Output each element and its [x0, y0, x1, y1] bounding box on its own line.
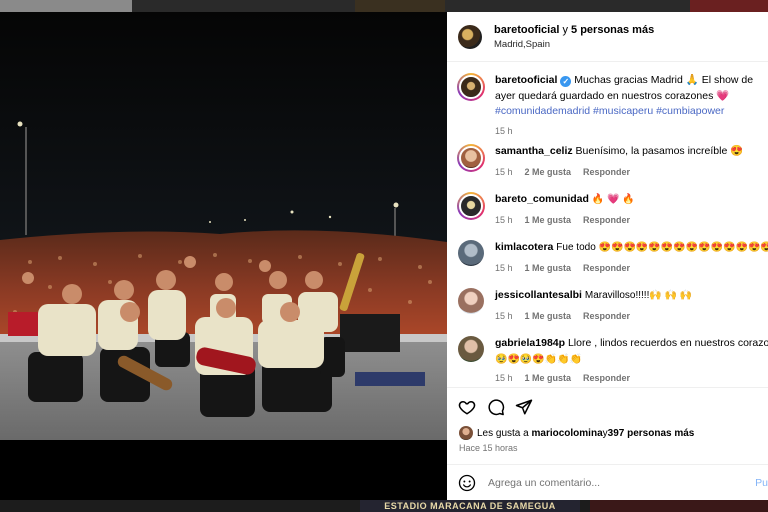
comment-avatar[interactable] — [457, 192, 485, 220]
comment-likes[interactable]: 1 Me gusta — [525, 311, 572, 321]
comment-avatar[interactable] — [458, 288, 484, 314]
comment-username[interactable]: gabriela1984p — [495, 337, 565, 349]
comment-username[interactable]: samantha_celiz — [495, 145, 573, 157]
background-banner: ESTADIO MARACANA DE SAMEGUA — [360, 500, 580, 512]
reply-button[interactable]: Responder — [583, 311, 630, 321]
reply-button[interactable]: Responder — [583, 373, 630, 383]
heart-icon[interactable] — [458, 398, 476, 416]
post-header: baretooficial y 5 personas más Madrid,Sp… — [447, 12, 768, 62]
comment-avatar[interactable] — [458, 336, 484, 362]
post-timestamp[interactable]: Hace 15 horas — [459, 443, 518, 453]
caption-avatar[interactable] — [457, 73, 485, 101]
comment-time[interactable]: 15 h — [495, 373, 513, 383]
author-username[interactable]: baretooficial — [494, 24, 559, 36]
post-photo[interactable] — [0, 12, 447, 500]
reply-button[interactable]: Responder — [583, 263, 630, 273]
comment-avatar[interactable] — [458, 240, 484, 266]
post-panel: baretooficial y 5 personas más Madrid,Sp… — [447, 12, 768, 500]
screen: baretooficial y 5 personas más Madrid,Sp… — [0, 0, 768, 512]
comment-username[interactable]: jessicollantesalbi — [495, 289, 582, 301]
comment-text: Maravilloso!!!!!🙌 🙌 🙌 — [584, 290, 693, 301]
post-location[interactable]: Madrid,Spain — [494, 38, 654, 51]
caption-username[interactable]: baretooficial — [495, 74, 557, 86]
background-feed-bottom: ESTADIO MARACANA DE SAMEGUA — [0, 500, 768, 512]
caption-time[interactable]: 15 h — [495, 126, 513, 136]
comment-text: Buenísimo, la pasamos increíble 😍 — [575, 145, 744, 157]
comment-username[interactable]: bareto_comunidad — [495, 193, 589, 205]
comment-time[interactable]: 15 h — [495, 263, 513, 273]
comment-time[interactable]: 15 h — [495, 215, 513, 225]
comment-likes[interactable]: 2 Me gusta — [525, 167, 572, 177]
comment-likes[interactable]: 1 Me gusta — [525, 215, 572, 225]
background-feed-top — [0, 0, 768, 12]
comment-likes[interactable]: 1 Me gusta — [525, 263, 572, 273]
comments-list[interactable]: baretooficial ✓ Muchas gracias Madrid 🙏 … — [447, 62, 768, 387]
likes-summary[interactable]: Les gusta a mariocolomina y 397 personas… — [459, 426, 694, 440]
post-actions — [447, 387, 768, 423]
concert-photo — [0, 12, 447, 500]
comment-text: Llore , lindos recuerdos en nuestros cor… — [567, 337, 768, 349]
likes-count[interactable]: 397 personas más — [608, 428, 695, 439]
comment-avatar[interactable] — [457, 144, 485, 172]
reply-button[interactable]: Responder — [583, 167, 630, 177]
post-authors[interactable]: baretooficial y 5 personas más — [494, 23, 654, 37]
comment-text-emojis: 🥹😍🥹😍👏👏👏 — [495, 353, 583, 365]
comment-time[interactable]: 15 h — [495, 167, 513, 177]
comment-icon[interactable] — [487, 398, 505, 416]
emoji-icon[interactable] — [458, 474, 476, 492]
post-comment-button[interactable]: Pu — [755, 477, 768, 489]
comment-input[interactable]: Agrega un comentario... — [488, 477, 600, 489]
caption-hashtags[interactable]: #comunidademadrid #musicaperu #cumbiapow… — [495, 105, 724, 117]
share-icon[interactable] — [515, 398, 533, 416]
reply-button[interactable]: Responder — [583, 215, 630, 225]
comment-likes[interactable]: 1 Me gusta — [525, 373, 572, 383]
author-avatar[interactable] — [458, 24, 482, 49]
add-comment-bar: Agrega un comentario... Pu — [447, 464, 768, 500]
comment-username[interactable]: kimlacotera — [495, 241, 553, 253]
comment-text: 🔥 💗 🔥 — [591, 194, 635, 205]
collaborators-link[interactable]: 5 personas más — [571, 24, 654, 36]
liker-avatar — [459, 426, 473, 440]
comment-time[interactable]: 15 h — [495, 311, 513, 321]
comment-text: Fue todo 😍😍😍😍😍😍😍😍😍😍😍😍😍😍 — [556, 242, 768, 253]
verified-icon: ✓ — [560, 76, 572, 87]
liker-username[interactable]: mariocolomina — [532, 428, 603, 439]
